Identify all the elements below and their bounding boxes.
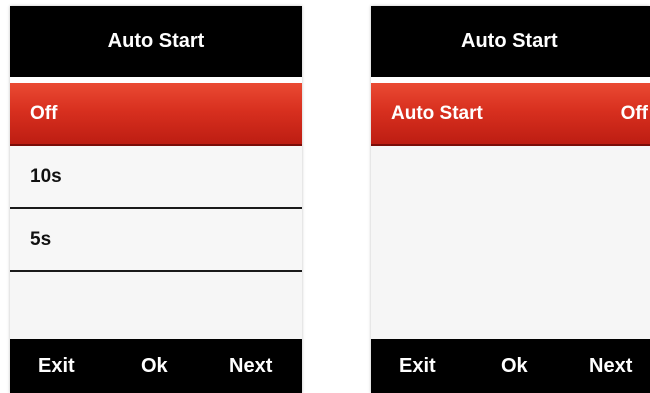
option-label: Off <box>30 102 58 124</box>
auto-start-setting-row[interactable]: Auto Start Off <box>371 83 650 146</box>
exit-button[interactable]: Exit <box>399 355 436 378</box>
option-list: Off 10s 5s <box>10 77 302 272</box>
setting-value: Off <box>620 102 648 124</box>
softkey-bar: Exit Ok Next <box>10 339 302 393</box>
settings-list: Auto Start Off <box>371 77 650 146</box>
option-label: 5s <box>30 228 52 250</box>
setting-label: Auto Start <box>391 102 483 124</box>
screen-title: Auto Start <box>10 6 302 77</box>
ok-button[interactable]: Ok <box>501 355 528 378</box>
option-off[interactable]: Off <box>10 83 302 146</box>
option-10s[interactable]: 10s <box>10 146 302 209</box>
next-button[interactable]: Next <box>589 355 632 378</box>
auto-start-settings-screen: Auto Start Auto Start Off Exit Ok Next <box>371 6 650 393</box>
screen-title: Auto Start <box>371 6 650 77</box>
softkey-bar: Exit Ok Next <box>371 339 650 393</box>
option-5s[interactable]: 5s <box>10 209 302 272</box>
next-button[interactable]: Next <box>229 355 272 378</box>
auto-start-options-screen: Auto Start Off 10s 5s Exit Ok Next <box>10 6 302 393</box>
ok-button[interactable]: Ok <box>141 355 168 378</box>
exit-button[interactable]: Exit <box>38 355 75 378</box>
option-label: 10s <box>30 165 62 187</box>
